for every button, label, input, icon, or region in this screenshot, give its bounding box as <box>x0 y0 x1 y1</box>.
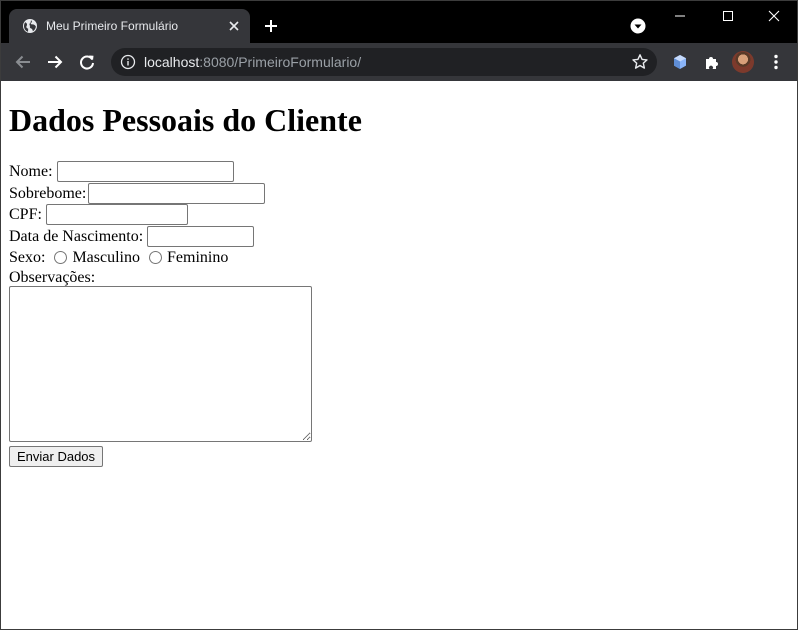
tab-title: Meu Primeiro Formulário <box>46 19 179 33</box>
window-close-icon[interactable] <box>751 1 797 31</box>
close-icon[interactable] <box>226 18 242 34</box>
maximize-icon[interactable] <box>705 1 751 31</box>
info-icon[interactable] <box>120 54 136 70</box>
plus-icon[interactable] <box>261 16 281 36</box>
row-observacoes: Observações: <box>9 268 312 286</box>
feminino-label[interactable]: Feminino <box>167 247 228 268</box>
sobrenome-input[interactable] <box>88 182 266 204</box>
sexo-label: Sexo: <box>9 249 46 266</box>
kebab-menu-icon[interactable] <box>764 50 788 74</box>
row-sexo: Sexo: Masculino Feminino <box>9 247 312 268</box>
masculino-radio[interactable] <box>54 251 68 264</box>
row-cpf: CPF: <box>9 204 312 225</box>
page-content: Dados Pessoais do Cliente Nome: Sobrebom… <box>1 81 797 629</box>
avatar[interactable] <box>732 51 754 73</box>
row-nome: Nome: <box>9 160 312 182</box>
url-host: localhost <box>144 54 200 70</box>
minimize-icon[interactable] <box>657 1 703 31</box>
observacoes-textarea[interactable] <box>9 286 312 442</box>
client-form: Nome: Sobrebome: CPF: Data de Nascimento… <box>9 160 312 467</box>
cube-extension-icon[interactable] <box>668 50 692 74</box>
puzzle-icon[interactable] <box>700 50 724 74</box>
url-text[interactable]: localhost:8080/PrimeiroFormulario/ <box>144 54 361 70</box>
reload-icon[interactable] <box>73 48 101 76</box>
page-title: Dados Pessoais do Cliente <box>9 102 362 138</box>
cpf-input[interactable] <box>45 204 188 225</box>
arrow-back-icon[interactable] <box>9 48 37 76</box>
browser-window: Meu Primeiro Formulário localhost:8080/P… <box>0 0 798 630</box>
tab-strip: Meu Primeiro Formulário <box>1 1 797 43</box>
nascimento-input[interactable] <box>147 225 255 247</box>
arrow-forward-icon[interactable] <box>41 48 69 76</box>
url-path: :8080/PrimeiroFormulario/ <box>199 54 362 70</box>
feminino-radio[interactable] <box>149 251 162 264</box>
address-bar[interactable]: localhost:8080/PrimeiroFormulario/ <box>111 48 657 76</box>
masculino-label[interactable]: Masculino <box>72 247 140 268</box>
row-sobrenome: Sobrebome: <box>9 182 312 204</box>
cpf-label: CPF: <box>9 206 42 223</box>
row-nascimento: Data de Nascimento: <box>9 225 312 247</box>
nome-input[interactable] <box>56 160 234 182</box>
observacoes-label: Observações: <box>9 268 96 286</box>
tab-search-icon[interactable] <box>630 18 646 34</box>
submit-button[interactable]: Enviar Dados <box>9 446 104 467</box>
globe-icon <box>23 19 37 33</box>
nome-label: Nome: <box>9 162 53 180</box>
tab-active[interactable]: Meu Primeiro Formulário <box>9 9 250 43</box>
sobrenome-label: Sobrebome: <box>9 184 87 202</box>
nascimento-label: Data de Nascimento: <box>9 227 144 245</box>
browser-toolbar: localhost:8080/PrimeiroFormulario/ <box>1 43 797 81</box>
star-icon[interactable] <box>631 53 649 71</box>
